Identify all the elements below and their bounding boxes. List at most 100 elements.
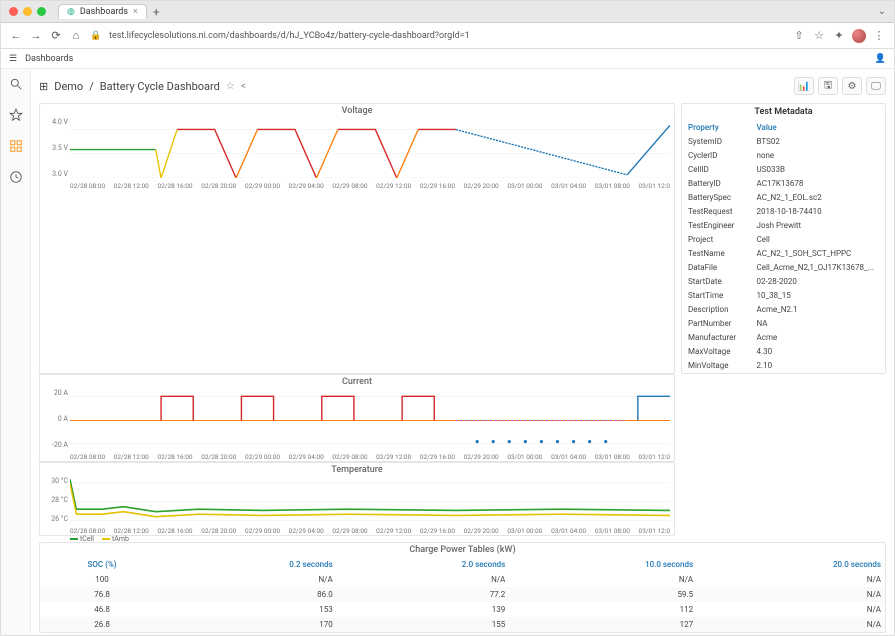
x-tick: 02/29 08:00	[332, 182, 367, 190]
share-dashboard-icon[interactable]: <	[241, 81, 246, 92]
meta-key: Manufacturer	[684, 331, 751, 343]
breadcrumb-title[interactable]: Battery Cycle Dashboard	[100, 80, 220, 93]
kebab-menu-icon[interactable]: ⋮	[872, 29, 886, 42]
temperature-title: Temperature	[40, 463, 674, 477]
breadcrumb-folder[interactable]: Demo	[54, 80, 83, 93]
browser-tab[interactable]: ◍ Dashboards ×	[58, 4, 147, 19]
x-tick: 02/29 16:00	[420, 453, 455, 461]
voltage-plot[interactable]	[70, 120, 670, 178]
x-tick: 02/29 08:00	[332, 527, 367, 535]
meta-key: Project	[684, 233, 751, 245]
url-field[interactable]: test.lifecyclesolutions.ni.com/dashboard…	[109, 31, 786, 41]
temperature-panel: Temperature 30 °C 28 °C 26 °C	[39, 462, 675, 536]
legend-tcell: tCell	[80, 535, 94, 543]
app-bar-title: Dashboards	[25, 54, 73, 64]
profile-avatar[interactable]	[852, 29, 866, 43]
search-icon[interactable]	[9, 77, 23, 94]
breadcrumb-sep: /	[89, 80, 94, 93]
new-tab-button[interactable]: +	[153, 5, 160, 19]
x-tick: 03/01 12:0	[639, 453, 670, 461]
x-tick: 02/28 20:00	[201, 453, 236, 461]
metadata-row: StartDate02-28-2020	[684, 275, 883, 287]
nav-back-icon[interactable]: ←	[9, 29, 23, 42]
current-panel: Current 20 A 0 A -20 A	[39, 374, 675, 462]
tabs-expand-icon[interactable]: ⌄	[878, 6, 886, 17]
power-col[interactable]: SOC (%)	[40, 557, 164, 572]
meta-value: Cell	[753, 233, 883, 245]
metadata-row: BatterySpecAC_N2_1_EOL.sc2	[684, 191, 883, 203]
y-tick: 26 °C	[42, 515, 68, 523]
meta-key: CyclerID	[684, 149, 751, 161]
x-tick: 02/28 12:00	[114, 527, 149, 535]
nav-reload-icon[interactable]: ⟳	[49, 29, 63, 42]
metadata-row: CellIDUS033B	[684, 163, 883, 175]
app-bar: ☰ Dashboards 👤	[1, 49, 894, 69]
x-tick: 03/01 08:00	[595, 527, 630, 535]
meta-value: AC17K13678	[753, 177, 883, 189]
window-zoom[interactable]	[37, 7, 46, 16]
save-button[interactable]: 🖫	[818, 77, 838, 95]
user-icon[interactable]: 👤	[875, 54, 886, 64]
add-panel-button[interactable]: 📊	[794, 77, 814, 95]
power-row: 100N/AN/AN/AN/A	[40, 572, 885, 587]
x-tick: 02/29 16:00	[420, 182, 455, 190]
meta-key: PartNumber	[684, 317, 751, 329]
settings-button[interactable]: ⚙	[842, 77, 862, 95]
explore-icon[interactable]	[9, 170, 23, 187]
x-tick: 02/29 16:00	[420, 527, 455, 535]
voltage-panel: Voltage 4.0 V 3.5 V 3.0 V	[39, 103, 675, 374]
x-tick: 02/28 16:00	[157, 182, 192, 190]
power-col[interactable]: 20.0 seconds	[697, 557, 885, 572]
meta-value: US033B	[753, 163, 883, 175]
current-plot[interactable]	[70, 391, 670, 449]
meta-key: TestRequest	[684, 205, 751, 217]
power-cell: 153	[164, 602, 337, 617]
power-col[interactable]: 0.2 seconds	[164, 557, 337, 572]
x-tick: 02/29 04:00	[289, 182, 324, 190]
dashboard-glyph-icon: ⊞	[39, 80, 48, 93]
tab-favicon-icon: ◍	[67, 7, 75, 17]
power-row: 26.8170155127N/A	[40, 617, 885, 632]
x-tick: 02/29 08:00	[332, 453, 367, 461]
metadata-panel: Test Metadata Property Value SystemIDBTS…	[681, 103, 886, 374]
power-cell: 59.5	[509, 587, 697, 602]
metadata-row: TestRequest2018-10-18-74410	[684, 205, 883, 217]
x-tick: 03/01 12:0	[639, 527, 670, 535]
power-cell: N/A	[697, 617, 885, 632]
x-tick: 03/01 08:00	[595, 182, 630, 190]
meta-key: TestName	[684, 247, 751, 259]
power-cell: N/A	[697, 587, 885, 602]
menu-icon[interactable]: ☰	[9, 54, 17, 64]
meta-value: AC_N2_1_EOL.sc2	[753, 191, 883, 203]
share-icon[interactable]: ⇧	[792, 29, 806, 42]
metadata-row: MinVoltage2.10	[684, 359, 883, 371]
extension-icon[interactable]: ✦	[832, 29, 846, 42]
legend-tamb: tAmb	[112, 535, 129, 543]
nav-forward-icon[interactable]: →	[29, 29, 43, 42]
meta-value: Cell_Acme_N2,1_OJ17K13678_...	[753, 261, 883, 273]
star-icon[interactable]	[9, 108, 23, 125]
lock-icon[interactable]: 🔒	[89, 31, 103, 41]
temperature-plot[interactable]	[70, 479, 670, 523]
metadata-row: StartTime10_38_15	[684, 289, 883, 301]
power-cell: 112	[509, 602, 697, 617]
bookmark-icon[interactable]: ☆	[812, 29, 826, 42]
x-tick: 02/29 00:00	[245, 527, 280, 535]
window-minimize[interactable]	[23, 7, 32, 16]
power-cell: 77.2	[337, 587, 510, 602]
x-tick: 03/01 08:00	[595, 453, 630, 461]
window-close[interactable]	[9, 7, 18, 16]
x-tick: 02/28 08:00	[70, 182, 105, 190]
x-tick: 02/29 12:00	[376, 182, 411, 190]
view-button[interactable]: 🖵	[866, 77, 886, 95]
power-col[interactable]: 10.0 seconds	[509, 557, 697, 572]
metadata-row: BatteryIDAC17K13678	[684, 177, 883, 189]
dashboards-icon[interactable]	[9, 139, 23, 156]
power-cell: N/A	[164, 572, 337, 587]
nav-home-icon[interactable]: ⌂	[69, 29, 83, 42]
x-tick: 02/29 20:00	[464, 453, 499, 461]
power-cell: 139	[337, 602, 510, 617]
favorite-dashboard-icon[interactable]: ☆	[226, 81, 235, 92]
close-tab-icon[interactable]: ×	[133, 7, 138, 17]
power-col[interactable]: 2.0 seconds	[337, 557, 510, 572]
